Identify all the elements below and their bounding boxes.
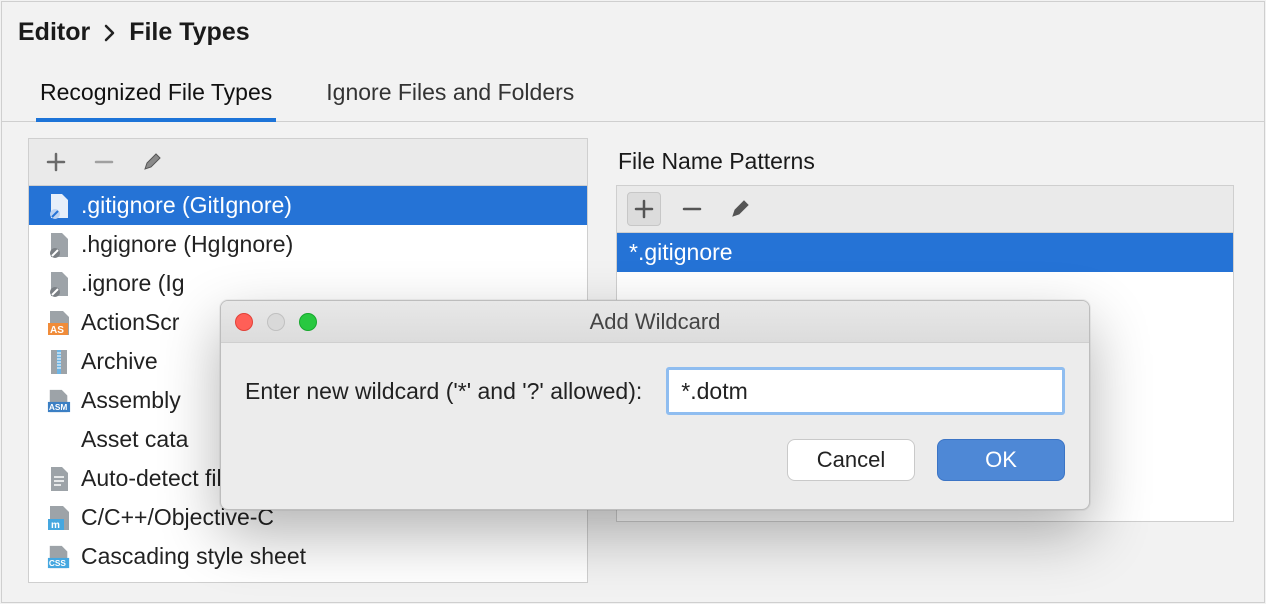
remove-button[interactable]	[87, 145, 121, 179]
tabs-row: Recognized File Types Ignore Files and F…	[2, 55, 1264, 122]
list-item[interactable]: CSS Cascading style sheet	[29, 537, 587, 576]
svg-text:ASM: ASM	[49, 402, 68, 412]
svg-text:m: m	[51, 520, 60, 531]
archive-icon	[47, 349, 71, 375]
remove-pattern-button[interactable]	[675, 192, 709, 226]
breadcrumb: Editor File Types	[2, 2, 1264, 55]
edit-button[interactable]	[135, 145, 169, 179]
text-icon	[47, 466, 71, 492]
gitignore-icon	[47, 193, 71, 219]
none-icon	[47, 427, 71, 453]
dialog-titlebar[interactable]: Add Wildcard	[221, 301, 1089, 343]
list-item[interactable]: .gitignore (GitIgnore)	[29, 186, 587, 225]
wildcard-prompt-label: Enter new wildcard ('*' and '?' allowed)…	[245, 378, 642, 405]
file-types-toolbar	[28, 138, 588, 185]
list-item-label: Archive	[81, 348, 158, 375]
asm-icon: ASM	[47, 388, 71, 414]
pattern-item[interactable]: *.gitignore	[617, 233, 1233, 272]
pattern-item-label: *.gitignore	[629, 239, 733, 266]
m-icon: m	[47, 505, 71, 531]
tab-recognized-file-types[interactable]: Recognized File Types	[36, 79, 276, 122]
gitignore-icon	[47, 271, 71, 297]
as-icon: AS	[47, 310, 71, 336]
list-item[interactable]: .ignore (Ig	[29, 264, 587, 303]
ok-button[interactable]: OK	[937, 439, 1065, 481]
add-pattern-button[interactable]	[627, 192, 661, 226]
add-wildcard-dialog: Add Wildcard Enter new wildcard ('*' and…	[220, 300, 1090, 510]
svg-text:CSS: CSS	[49, 558, 67, 568]
list-item-label: .ignore (Ig	[81, 270, 185, 297]
list-item-label: Cascading style sheet	[81, 543, 306, 570]
dialog-title: Add Wildcard	[221, 309, 1089, 335]
breadcrumb-file-types: File Types	[129, 18, 249, 47]
patterns-toolbar	[616, 185, 1234, 232]
wildcard-input[interactable]	[666, 367, 1065, 415]
list-item-label: Asset cata	[81, 426, 188, 453]
breadcrumb-editor[interactable]: Editor	[18, 18, 90, 47]
add-button[interactable]	[39, 145, 73, 179]
list-item-label: .hgignore (HgIgnore)	[81, 231, 293, 258]
tab-ignore-files-folders[interactable]: Ignore Files and Folders	[322, 79, 578, 121]
css-icon: CSS	[47, 544, 71, 570]
list-item[interactable]: .hgignore (HgIgnore)	[29, 225, 587, 264]
cancel-button[interactable]: Cancel	[787, 439, 915, 481]
list-item-label: ActionScr	[81, 309, 179, 336]
chevron-right-icon	[104, 21, 115, 44]
list-item-label: Assembly	[81, 387, 181, 414]
svg-text:AS: AS	[50, 325, 64, 336]
patterns-title: File Name Patterns	[618, 148, 1248, 175]
gitignore-icon	[47, 232, 71, 258]
edit-pattern-button[interactable]	[723, 192, 757, 226]
list-item-label: .gitignore (GitIgnore)	[81, 192, 292, 219]
